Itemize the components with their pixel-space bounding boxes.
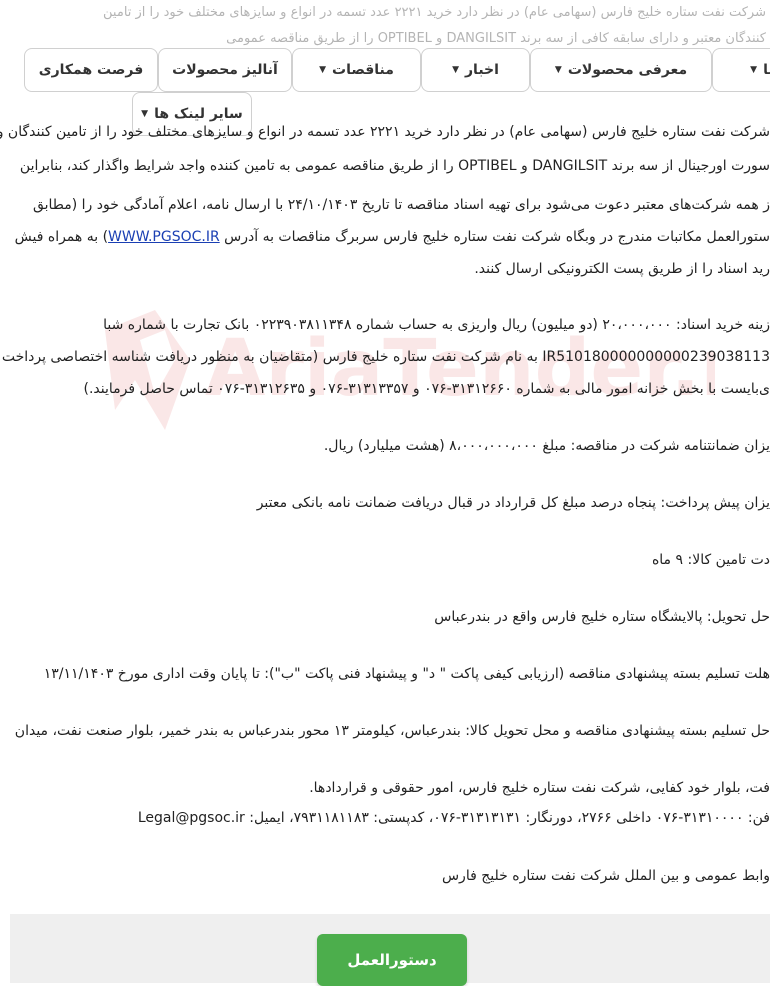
nav-item-tenders[interactable]: مناقصات ▼ (292, 48, 421, 92)
delivery-place: حل تحویل: پالایشگاه ستاره خلیج فارس واقع… (434, 602, 770, 633)
footer-bar: دستورالعمل (10, 914, 770, 983)
nav-item-label: اخبار (465, 62, 499, 78)
nav-item-products[interactable]: معرفی محصولات ▼ (530, 48, 712, 92)
header-fade-text: شرکت نفت ستاره خلیج فارس (سهامی عام) در … (0, 0, 770, 48)
prepayment: یزان پیش پرداخت: پنجاه درصد مبلغ کل قرار… (257, 488, 770, 519)
chevron-down-icon: ▼ (452, 65, 459, 75)
guarantee-amount: یزان ضمانتنامه شرکت در مناقصه: مبلغ ۸،۰۰… (324, 431, 770, 462)
paragraph-line: فت، بلوار خود کفایی، شرکت نفت ستاره خلیج… (309, 773, 770, 804)
supply-time: دت تامین کالا: ۹ ماه (652, 545, 770, 576)
chevron-down-icon: ▼ (750, 65, 757, 75)
instructions-button-label: دستورالعمل (347, 951, 436, 969)
nav-item-about[interactable]: ما ▼ (712, 48, 770, 92)
nav-item-label: فرصت همکاری (39, 62, 143, 78)
paragraph-text: ) به همراه فیش (15, 229, 108, 245)
nav-item-product-analysis[interactable]: آنالیز محصولات (158, 48, 292, 92)
paragraph-line: حل تسلیم بسته پیشنهادی مناقصه و محل تحوی… (15, 716, 770, 747)
paragraph-line: IR510180000000000239038113 به نام شرکت ن… (2, 342, 770, 373)
submission-deadline: هلت تسلیم بسته پیشنهادی مناقصه (ارزیابی … (44, 659, 770, 690)
instructions-button[interactable]: دستورالعمل (317, 934, 467, 986)
paragraph-line: سورت اورجینال از سه برند DANGILSIT و OPT… (20, 151, 770, 182)
tender-content: شرکت نفت ستاره خلیج فارس (سهامی عام) در … (0, 118, 770, 908)
paragraph-line: ستورالعمل مکاتبات مندرج در وبگاه شرکت نف… (15, 222, 770, 253)
paragraph-line: ی‌بایست با بخش خزانه امور مالی به شماره … (84, 374, 770, 405)
chevron-down-icon: ▼ (319, 65, 326, 75)
paragraph-line: شرکت نفت ستاره خلیج فارس (سهامی عام) در … (0, 117, 770, 148)
header-fade-line: کنندگان معتبر و دارای سابقه کافی از سه ب… (0, 26, 766, 48)
nav-item-cooperation[interactable]: فرصت همکاری (24, 48, 158, 92)
paragraph-line: رید اسناد را از طریق پست الکترونیکی ارسا… (474, 254, 770, 285)
paragraph-text: ستورالعمل مکاتبات مندرج در وبگاه شرکت نف… (220, 229, 770, 245)
nav-item-news[interactable]: اخبار ▼ (421, 48, 530, 92)
paragraph-line: ز همه شرکت‌های معتبر دعوت می‌شود برای ته… (33, 190, 770, 221)
nav-item-label: مناقصات (332, 62, 394, 78)
chevron-down-icon: ▼ (555, 65, 562, 75)
pgsoc-website-link[interactable]: WWW.PGSOC.IR (108, 229, 220, 245)
nav-item-label: ما (763, 62, 770, 78)
signature: وابط عمومی و بین الملل شرکت نفت ستاره خل… (442, 861, 770, 892)
header-fade-line: شرکت نفت ستاره خلیج فارس (سهامی عام) در … (0, 0, 766, 26)
nav-item-label: معرفی محصولات (568, 62, 687, 78)
nav-item-label: آنالیز محصولات (172, 62, 278, 78)
paragraph-line: زینه خرید اسناد: ۲۰،۰۰۰،۰۰۰ (دو میلیون) … (103, 310, 770, 341)
contact-info: فن: ۳۱۳۱۰۰۰۰-۰۷۶ داخلی ۲۷۶۶، دورنگار: ۳۱… (138, 803, 770, 834)
